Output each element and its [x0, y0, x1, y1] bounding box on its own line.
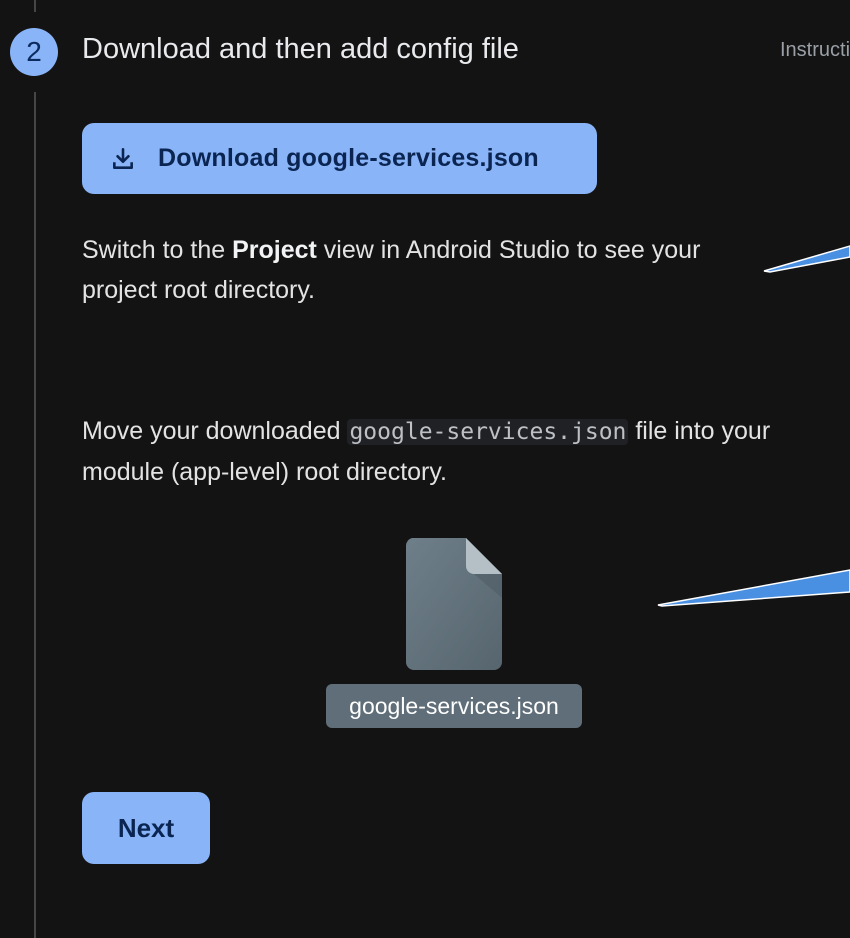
callout-pointers [657, 245, 850, 607]
callout-pointer-top [763, 245, 850, 273]
setup-step-page: 2 Download and then add config file Inst… [0, 0, 850, 938]
callout-pointer-bottom [657, 569, 850, 607]
